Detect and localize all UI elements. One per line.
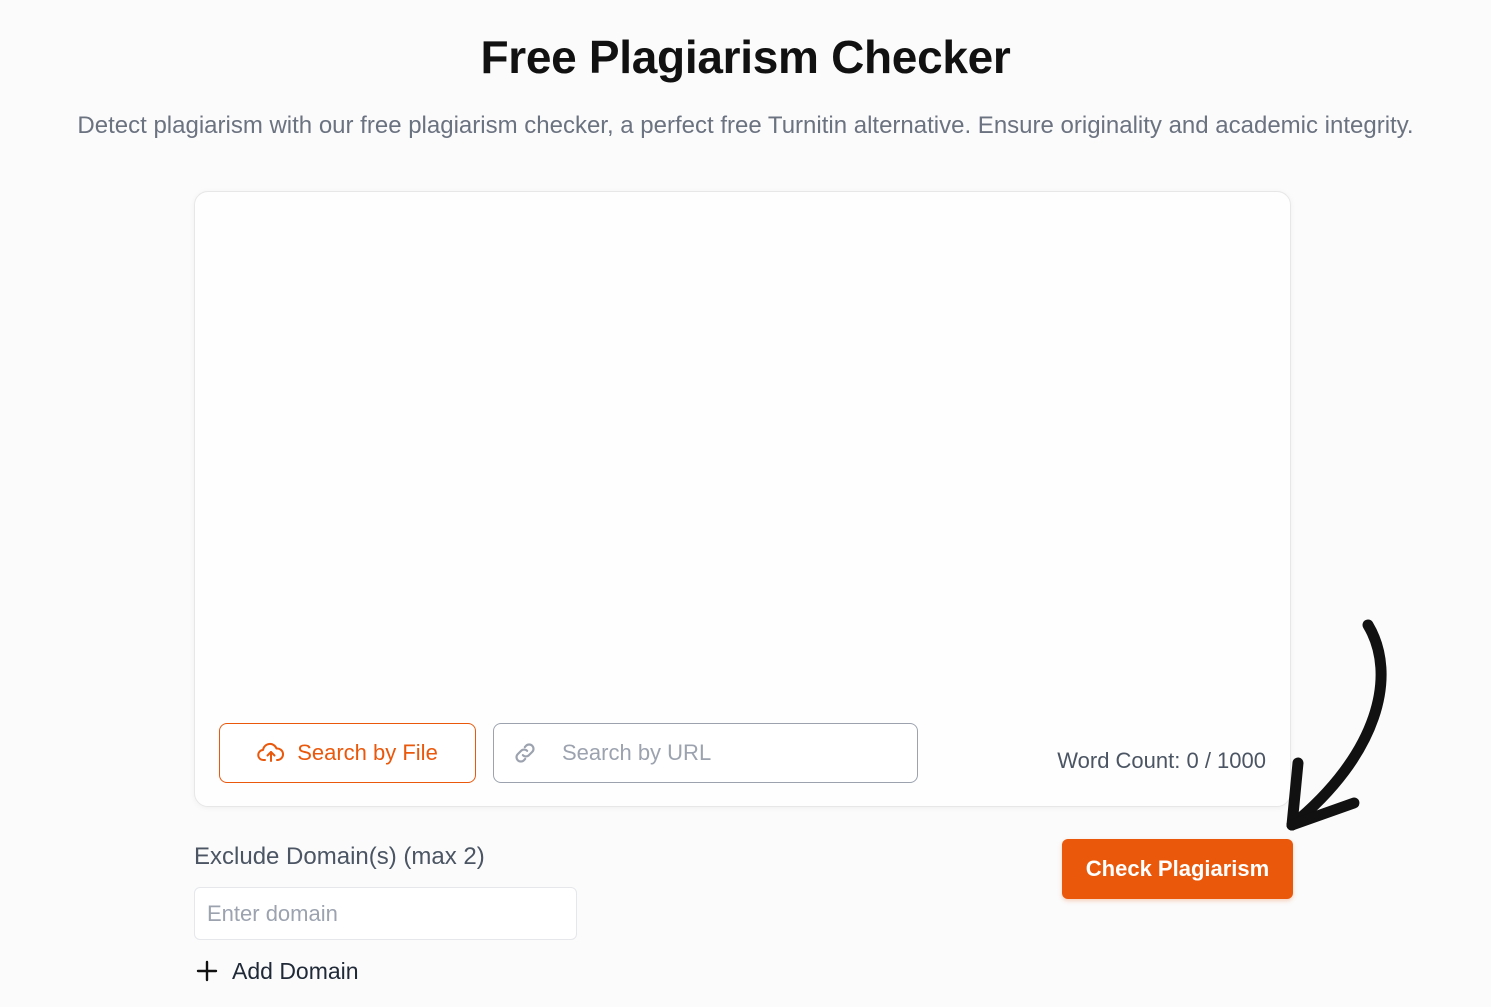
cloud-upload-icon <box>257 742 285 762</box>
add-domain-button[interactable]: Add Domain <box>196 956 359 986</box>
text-input-area[interactable] <box>215 212 1270 721</box>
page-subtitle: Detect plagiarism with our free plagiari… <box>77 112 1414 139</box>
search-by-url-input[interactable] <box>560 739 917 767</box>
text-editor-card: Search by File Word Count: 0 / 1000 <box>194 191 1291 807</box>
add-domain-label: Add Domain <box>232 957 359 984</box>
curved-arrow-icon <box>1286 619 1387 831</box>
plus-icon <box>196 960 218 982</box>
word-count: Word Count: 0 / 1000 <box>1057 748 1266 773</box>
search-by-file-label: Search by File <box>297 740 438 765</box>
exclude-domains-label: Exclude Domain(s) (max 2) <box>194 843 485 870</box>
link-icon <box>515 743 535 763</box>
search-by-file-button[interactable]: Search by File <box>219 723 476 783</box>
check-plagiarism-button[interactable]: Check Plagiarism <box>1062 839 1293 899</box>
page-title: Free Plagiarism Checker <box>480 31 1011 83</box>
search-by-url-field[interactable] <box>493 723 918 783</box>
domain-input[interactable] <box>194 887 577 940</box>
